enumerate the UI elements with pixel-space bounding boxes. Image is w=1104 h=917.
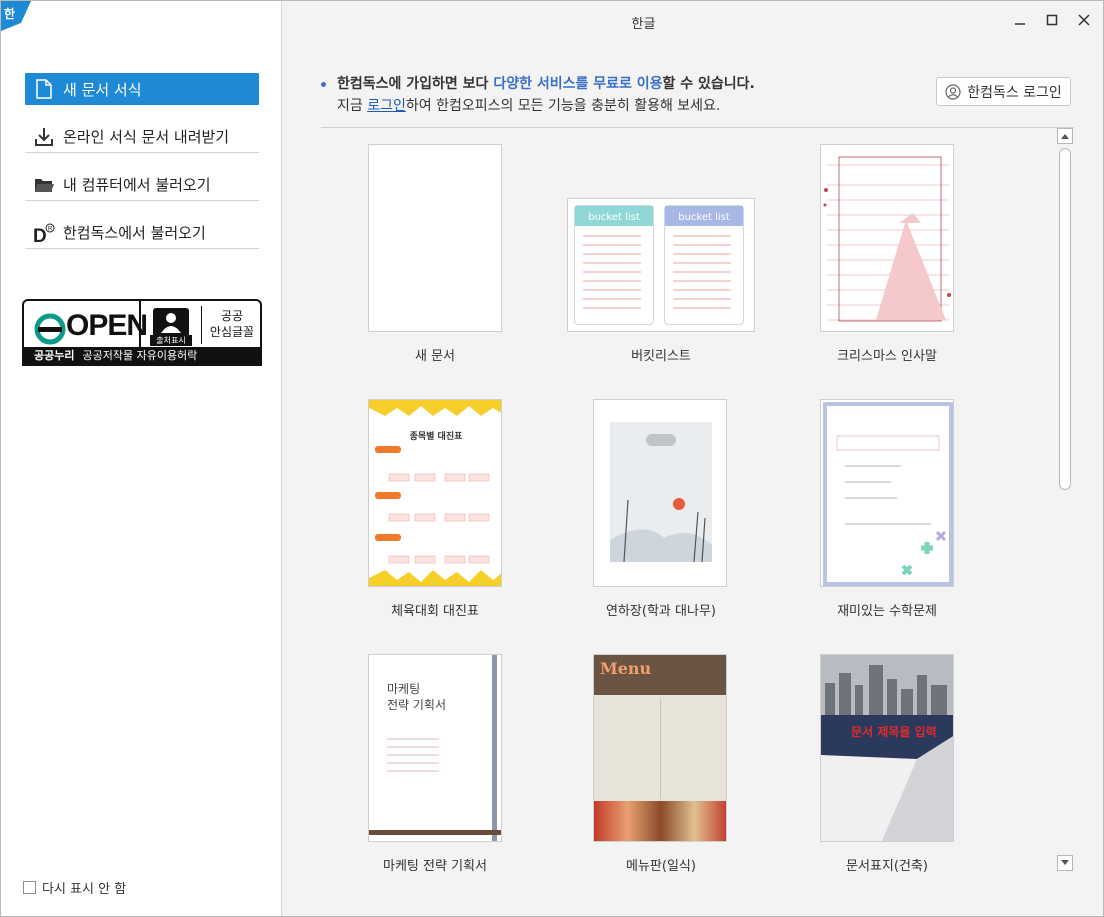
template-label: 체육대회 대진표 <box>391 604 479 619</box>
minimize-button[interactable] <box>1011 11 1029 29</box>
badge-divider <box>201 306 202 344</box>
template-label: 연하장(학과 대나무) <box>606 604 716 619</box>
hangul-app-icon: 한 <box>1 1 31 31</box>
minimize-icon <box>1015 23 1025 25</box>
template-fun-math[interactable]: 재미있는 수학문제 <box>781 399 1021 629</box>
sidebar-item-new-template[interactable]: 새 문서 서식 <box>25 73 259 105</box>
open-word: OPEN <box>66 309 148 342</box>
arrow-up-icon <box>1061 134 1069 139</box>
template-new-year-card[interactable]: 연하장(학과 대나무) <box>553 399 793 629</box>
template-sports-bracket[interactable]: 종목별 대진표 체육대회 대진표 <box>329 399 569 629</box>
template-new-document[interactable]: 새 문서 <box>329 144 569 374</box>
template-label: 문서표지(건축) <box>846 859 928 873</box>
safe-font-label: 공공 안심글꼴 <box>209 309 255 339</box>
template-thumbnail[interactable] <box>820 399 954 587</box>
kogl-open-badge: OPEN 출처표시 공공 안심글꼴 공공누리 공공저작물 자유이용허락 <box>22 299 262 366</box>
sidebar-item-open-local[interactable]: 내 컴퓨터에서 불러오기 <box>25 169 259 201</box>
template-thumbnail[interactable]: Menu <box>593 654 727 842</box>
title-bar: 한글 <box>283 1 1104 39</box>
window-title: 한글 <box>631 17 656 32</box>
arrow-down-icon <box>1061 860 1069 865</box>
template-thumbnail[interactable] <box>820 144 954 332</box>
close-icon <box>1078 14 1090 26</box>
signup-notice: 한컴독스에 가입하면 보다 다양한 서비스를 무료로 이용할 수 있습니다. 지… <box>321 73 755 117</box>
scroll-thumb[interactable] <box>1059 148 1071 490</box>
template-label: 크리스마스 인사말 <box>837 349 937 364</box>
user-icon <box>945 83 961 100</box>
attribution-label: 출처표시 <box>150 335 192 346</box>
template-thumbnail[interactable]: 마케팅 전략 기획서 <box>368 654 502 842</box>
close-button[interactable] <box>1075 11 1093 29</box>
template-thumbnail[interactable]: 종목별 대진표 <box>368 399 502 587</box>
svg-text:D: D <box>33 226 47 244</box>
vertical-scrollbar[interactable] <box>1057 128 1073 873</box>
maximize-icon <box>1046 14 1058 26</box>
sidebar: 한 새 문서 서식 온라인 서식 문서 내려받기 내 컴퓨터에서 불러오기 D … <box>1 1 282 916</box>
hancom-docs-icon: DR <box>33 222 55 244</box>
sidebar-item-label: 내 컴퓨터에서 불러오기 <box>63 176 211 194</box>
template-thumbnail[interactable]: 문서 제목을 입력 <box>820 654 954 842</box>
dont-show-label: 다시 표시 안 함 <box>42 882 127 897</box>
folder-icon <box>33 174 55 196</box>
template-marketing-plan[interactable]: 마케팅 전략 기획서 마케팅 전략 기획서 <box>329 654 569 873</box>
hancomdocs-login-button[interactable]: 한컴독스 로그인 <box>936 77 1071 106</box>
template-thumbnail[interactable] <box>593 399 727 587</box>
badge-divider <box>139 301 141 349</box>
scroll-up-button[interactable] <box>1057 128 1073 144</box>
login-link[interactable]: 로그인 <box>367 98 406 114</box>
sidebar-item-label: 한컴독스에서 불러오기 <box>63 224 206 242</box>
document-icon <box>33 78 55 100</box>
svg-text:한: 한 <box>4 6 15 21</box>
template-grid: 새 문서 bucket list bucket list 버킷리스트 크리스마스… <box>321 128 1057 873</box>
sidebar-item-label: 새 문서 서식 <box>63 80 142 99</box>
template-cover-architecture[interactable]: 문서 제목을 입력 문서표지(건축) <box>781 654 1021 873</box>
sidebar-item-online-download[interactable]: 온라인 서식 문서 내려받기 <box>25 121 259 153</box>
open-logo-icon <box>34 313 66 345</box>
template-label: 메뉴판(일식) <box>626 859 696 873</box>
svg-text:R: R <box>48 226 53 232</box>
template-label: 버킷리스트 <box>631 349 691 364</box>
download-icon <box>33 126 55 148</box>
template-label: 재미있는 수학문제 <box>837 604 937 619</box>
template-thumbnail[interactable]: bucket list bucket list <box>567 198 755 332</box>
maximize-button[interactable] <box>1043 11 1061 29</box>
scroll-down-button[interactable] <box>1057 855 1073 871</box>
template-thumbnail[interactable] <box>368 144 502 332</box>
bullet-icon <box>321 82 326 87</box>
template-bucket-list[interactable]: bucket list bucket list 버킷리스트 <box>553 144 793 374</box>
template-christmas-greeting[interactable]: 크리스마스 인사말 <box>781 144 1021 374</box>
badge-footer: 공공누리 공공저작물 자유이용허락 <box>24 347 260 364</box>
app-window: 한 새 문서 서식 온라인 서식 문서 내려받기 내 컴퓨터에서 불러오기 D … <box>0 0 1104 917</box>
sidebar-item-open-hancomdocs[interactable]: DR 한컴독스에서 불러오기 <box>25 217 259 249</box>
sidebar-item-label: 온라인 서식 문서 내려받기 <box>63 128 230 146</box>
template-menu-japanese[interactable]: Menu 메뉴판(일식) <box>553 654 793 873</box>
sidebar-nav: 새 문서 서식 온라인 서식 문서 내려받기 내 컴퓨터에서 불러오기 DR 한… <box>25 73 259 265</box>
dont-show-checkbox[interactable] <box>23 881 36 894</box>
template-label: 마케팅 전략 기획서 <box>383 859 487 873</box>
dont-show-again[interactable]: 다시 표시 안 함 <box>23 878 126 897</box>
template-label: 새 문서 <box>414 349 455 364</box>
